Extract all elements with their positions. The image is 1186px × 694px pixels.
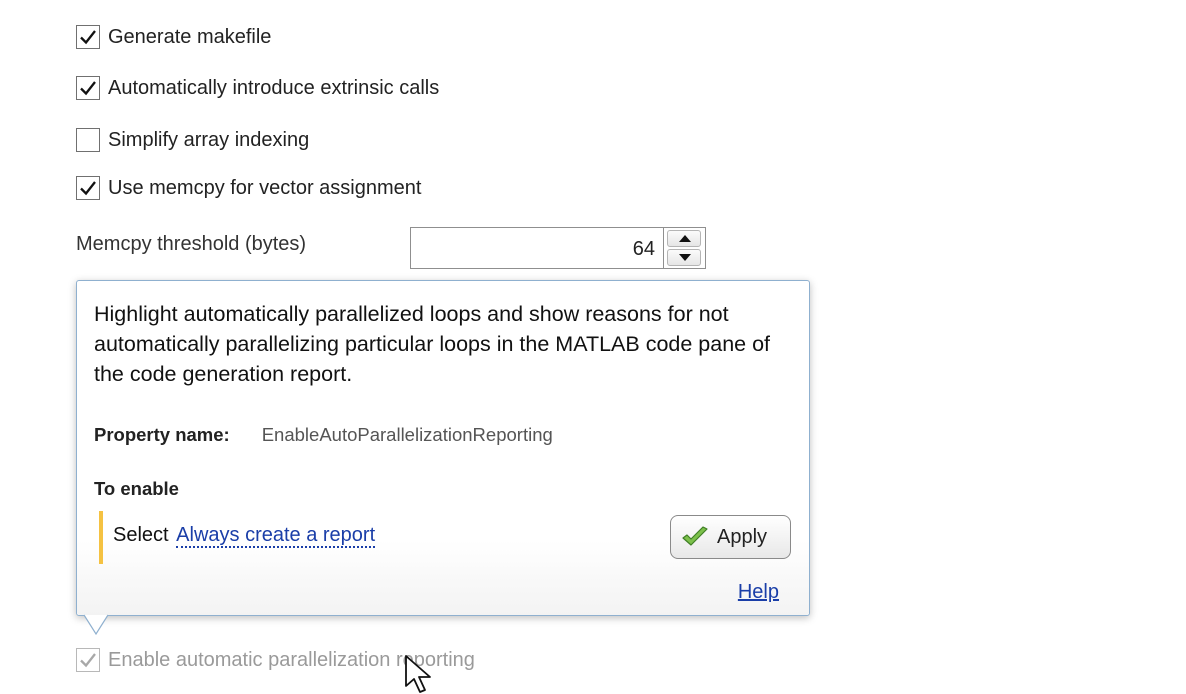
tooltip-tail — [84, 614, 108, 636]
enable-instruction: Select Always create a report — [113, 524, 376, 548]
tooltip-property: Property name: EnableAutoParallelizationR… — [94, 424, 553, 446]
option-use-memcpy[interactable]: Use memcpy for vector assignment — [76, 176, 421, 200]
option-label: Use memcpy for vector assignment — [108, 176, 422, 199]
spinner-down-button[interactable] — [667, 249, 701, 266]
enable-auto-parallelization-reporting-checkbox[interactable] — [76, 648, 100, 672]
property-name-value: EnableAutoParallelizationReporting — [261, 424, 553, 445]
apply-button[interactable]: Apply — [670, 515, 791, 559]
select-prefix: Select — [113, 524, 169, 546]
option-label: Simplify array indexing — [108, 128, 310, 151]
checkmark-icon — [80, 653, 96, 668]
option-label: Automatically introduce extrinsic calls — [108, 76, 440, 99]
memcpy-threshold-spinner — [664, 227, 706, 269]
memcpy-threshold-input[interactable]: 64 — [410, 227, 664, 269]
apply-label: Apply — [717, 525, 768, 548]
generate-makefile-checkbox[interactable] — [76, 25, 100, 49]
tooltip-description: Highlight automatically parallelized loo… — [94, 302, 771, 386]
enable-accent-bar — [99, 511, 103, 564]
option-label: Generate makefile — [108, 25, 272, 48]
property-name-label: Property name: — [94, 424, 230, 445]
help-link[interactable]: Help — [738, 581, 779, 604]
always-create-report-link[interactable]: Always create a report — [176, 524, 376, 548]
mouse-cursor-icon — [405, 655, 431, 693]
checkmark-icon — [80, 81, 96, 96]
triangle-up-icon — [679, 235, 691, 242]
apply-check-icon — [682, 526, 708, 546]
option-extrinsic-calls[interactable]: Automatically introduce extrinsic calls — [76, 76, 439, 100]
option-generate-makefile[interactable]: Generate makefile — [76, 25, 271, 49]
extrinsic-calls-checkbox[interactable] — [76, 76, 100, 100]
checkmark-icon — [80, 181, 96, 196]
use-memcpy-checkbox[interactable] — [76, 176, 100, 200]
to-enable-heading: To enable — [94, 478, 179, 499]
checkmark-icon — [80, 30, 96, 45]
help-tooltip: Highlight automatically parallelized loo… — [76, 280, 810, 616]
spinner-up-button[interactable] — [667, 230, 701, 247]
memcpy-threshold-label: Memcpy threshold (bytes) — [76, 233, 307, 255]
simplify-array-indexing-checkbox[interactable] — [76, 128, 100, 152]
option-simplify-array-indexing[interactable]: Simplify array indexing — [76, 128, 309, 152]
triangle-down-icon — [679, 254, 691, 261]
